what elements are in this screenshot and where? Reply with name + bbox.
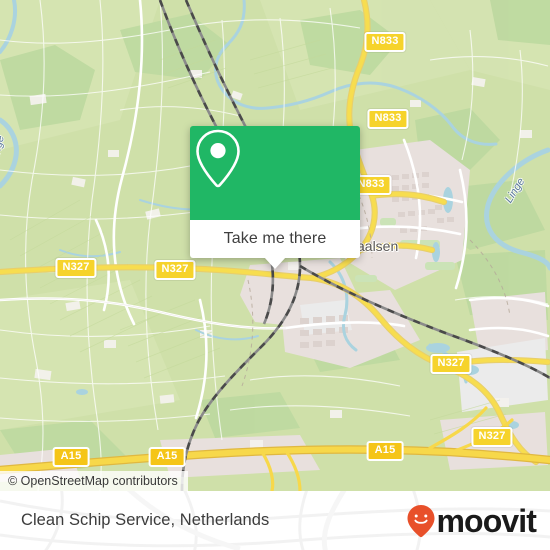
map-canvas[interactable]: N833 N833 N833 N327 N327 N327 N327 A15 A… — [0, 0, 550, 491]
shield-n327-southeast[interactable]: N327 — [471, 427, 513, 447]
shield-n327-east[interactable]: N327 — [430, 354, 472, 374]
take-me-there-button-label: Take me there — [223, 230, 327, 247]
moovit-brand[interactable]: moovit — [406, 504, 537, 538]
shield-n327-west[interactable]: N327 — [55, 258, 97, 278]
shield-n327-center[interactable]: N327 — [154, 260, 196, 280]
take-me-there-popup[interactable]: Take me there — [190, 126, 360, 269]
location-pin-icon — [196, 129, 240, 188]
moovit-wordmark: moovit — [436, 502, 537, 539]
location-title: Clean Schip Service, Netherlands — [21, 511, 270, 529]
shield-a15-east[interactable]: A15 — [366, 441, 404, 461]
footer-bar: Clean Schip Service, Netherlands moovit — [0, 491, 550, 550]
shield-n833-mid[interactable]: N833 — [367, 109, 409, 129]
popup-tail — [264, 257, 286, 269]
popup-header — [190, 126, 360, 220]
osm-attribution[interactable]: © OpenStreetMap contributors — [0, 471, 188, 491]
place-label-town: aalsen — [357, 238, 399, 254]
osm-attribution-text: © OpenStreetMap contributors — [8, 474, 178, 488]
shield-a15-west[interactable]: A15 — [52, 447, 90, 467]
moovit-pin-smiley-icon — [407, 504, 434, 537]
moovit-map-screenshot: N833 N833 N833 N327 N327 N327 N327 A15 A… — [0, 0, 550, 550]
shield-n833-north[interactable]: N833 — [364, 32, 406, 52]
popup-body[interactable]: Take me there — [190, 220, 360, 269]
shield-a15-center[interactable]: A15 — [148, 447, 186, 467]
